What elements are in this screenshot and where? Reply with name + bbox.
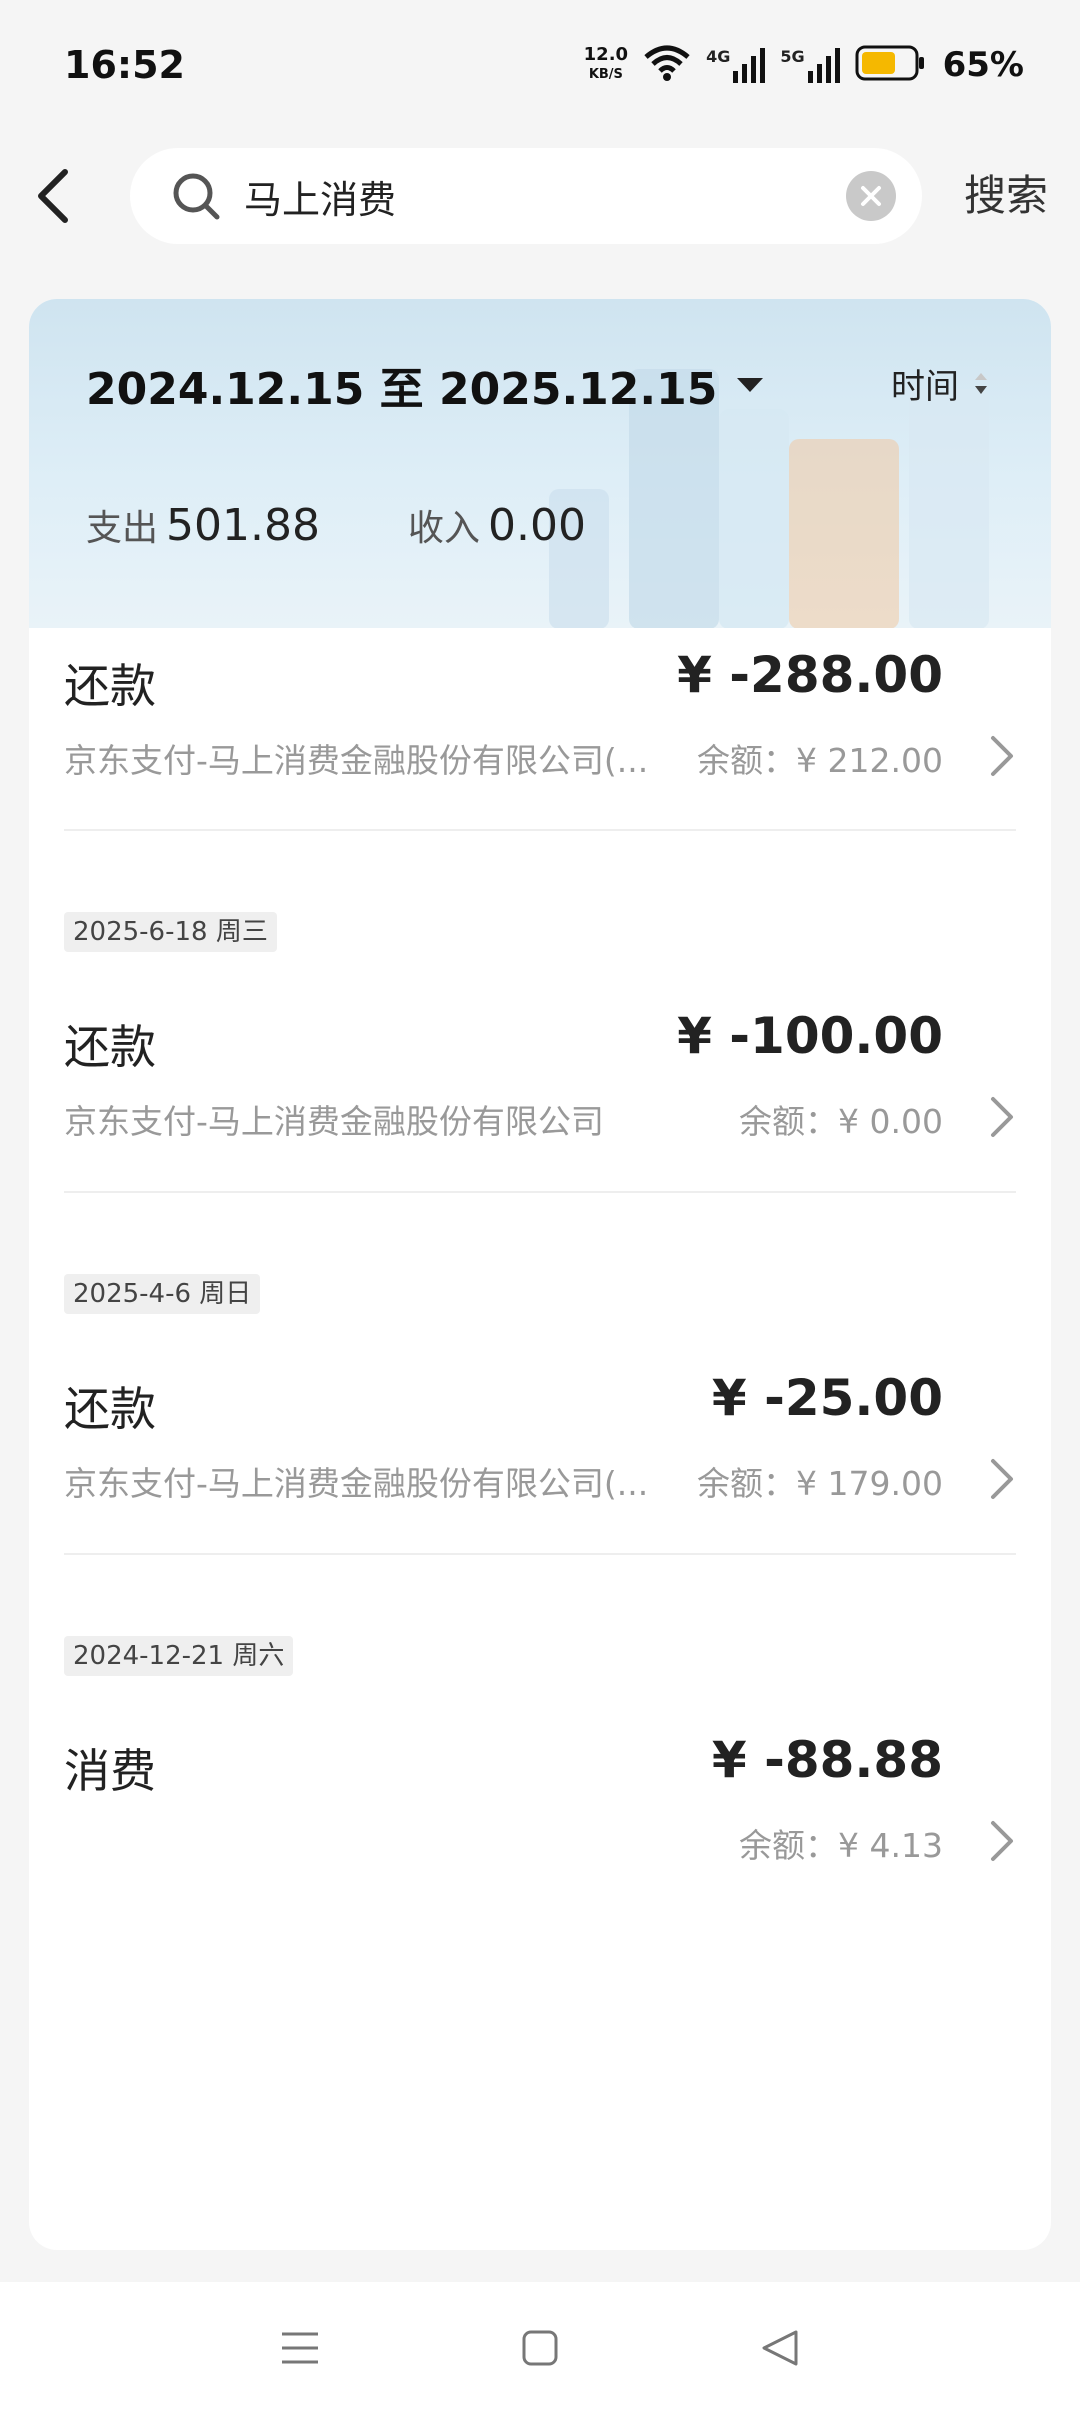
transaction-amount: ¥ -25.00 <box>711 1369 943 1427</box>
back-arrow-icon <box>38 169 68 223</box>
clear-search-button[interactable] <box>846 171 896 221</box>
search-button[interactable]: 搜索 <box>964 148 1048 244</box>
cellular-4g-icon: 4G <box>706 47 766 83</box>
network-speed-unit: KB/S <box>588 67 623 82</box>
chevron-right-icon <box>991 1821 1013 1861</box>
transaction-balance: 余额：¥ 179.00 <box>697 1464 943 1503</box>
square-icon <box>522 2330 558 2366</box>
income-label: 收入 <box>407 508 480 549</box>
transaction-balance: 余额：¥ 0.00 <box>739 1102 943 1141</box>
triangle-back-icon <box>762 2330 798 2366</box>
income-value: 0.00 <box>488 500 586 551</box>
banner-decoration <box>909 389 989 628</box>
home-button[interactable] <box>495 2303 585 2393</box>
status-bar: 16:52 12.0 KB/S 4G 5G 65% <box>0 0 1080 130</box>
battery-icon <box>855 45 925 85</box>
expense-summary: 支出 501.88 <box>86 499 320 551</box>
transaction-merchant: 京东支付-马上消费金融股份有限公司(... <box>64 1464 649 1503</box>
triangle-down-icon <box>737 378 764 392</box>
transaction-item[interactable]: 还款 ¥ -25.00 京东支付-马上消费金融股份有限公司(... 余额：¥ 1… <box>29 1351 1051 1551</box>
status-icons: 12.0 KB/S 4G 5G 65% <box>584 43 1024 87</box>
date-range-text: 2024.12.15 至 2025.12.15 <box>86 364 718 415</box>
cellular-5g-icon: 5G <box>780 47 840 83</box>
transaction-merchant: 京东支付-马上消费金融股份有限公司(... <box>64 741 649 780</box>
status-time: 16:52 <box>64 43 185 87</box>
search-header: 马上消费 搜索 <box>0 148 1080 244</box>
network-speed-value: 12.0 <box>583 44 629 65</box>
back-button[interactable] <box>0 148 100 244</box>
transaction-type: 还款 <box>64 1020 156 1074</box>
sort-icon <box>975 372 987 394</box>
transaction-amount: ¥ -288.00 <box>677 646 943 704</box>
transaction-item[interactable]: 还款 ¥ -288.00 京东支付-马上消费金融股份有限公司(... 余额：¥ … <box>29 628 1051 828</box>
network-speed: 12.0 KB/S <box>584 45 628 85</box>
date-header: 2025-6-18 周三 <box>64 912 277 952</box>
banner-decoration <box>719 409 789 628</box>
battery-percent: 65% <box>942 45 1024 85</box>
clear-icon <box>861 186 881 206</box>
system-back-button[interactable] <box>735 2303 825 2393</box>
expense-value: 501.88 <box>166 500 320 551</box>
transaction-amount: ¥ -100.00 <box>677 1007 943 1065</box>
expense-label: 支出 <box>86 508 159 549</box>
chevron-right-icon <box>991 1097 1013 1137</box>
banner-decoration <box>789 439 899 628</box>
divider <box>64 829 1016 831</box>
search-input[interactable]: 马上消费 <box>130 148 922 244</box>
search-query[interactable]: 马上消费 <box>244 169 846 224</box>
system-nav-bar <box>0 2282 1080 2414</box>
chevron-right-icon <box>991 1459 1013 1499</box>
menu-icon <box>282 2332 318 2364</box>
filter-banner: 2024.12.15 至 2025.12.15 时间 支出 501.88 收入 0.… <box>29 299 1051 628</box>
transaction-balance: 余额：¥ 4.13 <box>739 1826 943 1865</box>
transaction-balance: 余额：¥ 212.00 <box>697 741 943 780</box>
search-icon <box>173 173 220 220</box>
sort-by-time-button[interactable]: 时间 <box>891 359 991 408</box>
date-header: 2024-12-21 周六 <box>64 1636 294 1676</box>
transaction-type: 还款 <box>64 1382 156 1436</box>
transaction-amount: ¥ -88.88 <box>711 1731 943 1789</box>
date-range-selector[interactable]: 2024.12.15 至 2025.12.15 <box>86 353 765 417</box>
transaction-card: 2024.12.15 至 2025.12.15 时间 支出 501.88 收入 0.… <box>29 299 1051 2250</box>
signal-4g-label: 4G <box>706 47 731 66</box>
recent-apps-button[interactable] <box>255 2303 345 2393</box>
sort-label: 时间 <box>891 367 959 407</box>
transaction-type: 消费 <box>64 1744 156 1798</box>
signal-5g-label: 5G <box>780 47 805 66</box>
transaction-item[interactable]: 消费 ¥ -88.88 余额：¥ 4.13 <box>29 1713 1051 1913</box>
transaction-type: 还款 <box>64 659 156 713</box>
wifi-icon <box>642 43 692 87</box>
transaction-item[interactable]: 还款 ¥ -100.00 京东支付-马上消费金融股份有限公司 余额：¥ 0.00 <box>29 989 1051 1189</box>
income-summary: 收入 0.00 <box>408 499 586 551</box>
divider <box>64 1553 1016 1555</box>
chevron-right-icon <box>991 736 1013 776</box>
transaction-merchant: 京东支付-马上消费金融股份有限公司 <box>64 1102 604 1141</box>
date-header: 2025-4-6 周日 <box>64 1274 261 1314</box>
divider <box>64 1191 1016 1193</box>
summary-row: 支出 501.88 收入 0.00 <box>86 499 586 551</box>
